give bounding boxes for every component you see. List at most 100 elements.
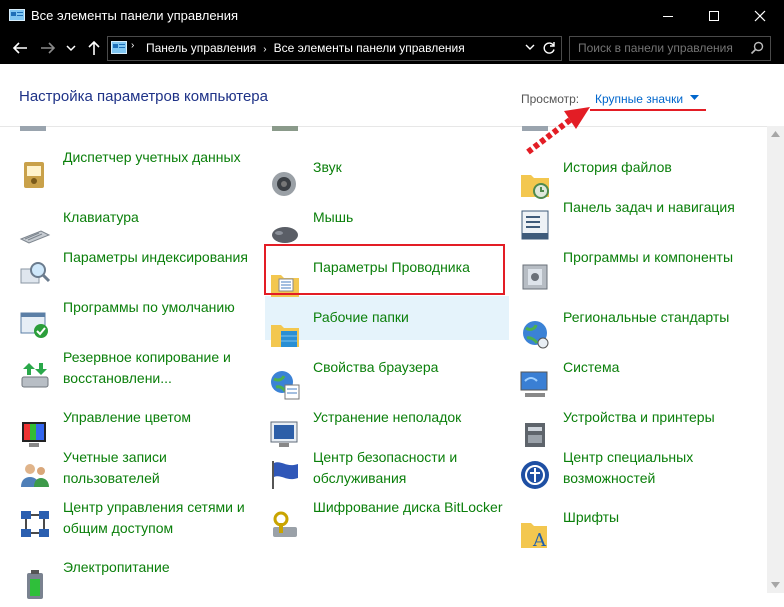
view-dropdown[interactable]: Крупные значки [595, 92, 700, 106]
item-label: Шрифты [563, 509, 620, 525]
item-label: Региональные стандарты [563, 309, 730, 325]
refresh-icon[interactable] [542, 41, 556, 55]
item-label: Свойства браузера [313, 359, 439, 375]
vertical-scrollbar[interactable] [767, 126, 784, 593]
item-system[interactable]: Система [519, 357, 763, 407]
ease-of-access-icon [521, 461, 549, 489]
item-default-programs[interactable]: Программы по умолчанию [19, 297, 259, 347]
item-label: Параметры индексирования [63, 249, 248, 265]
item-label: Программы по умолчанию [63, 299, 235, 315]
caret-down-icon [690, 95, 700, 100]
item-label: Учетные записи пользователей [63, 449, 167, 486]
item-internet-options[interactable]: Свойства браузера [269, 357, 509, 407]
scroll-down-icon[interactable] [771, 582, 780, 588]
item-work-folders[interactable]: Рабочие папки [269, 307, 509, 357]
work-folders-icon [271, 325, 299, 347]
item-label: Панель задач и навигация [563, 199, 735, 215]
view-dropdown-value: Крупные значки [595, 92, 684, 106]
item-label: Диспетчер учетных данных [63, 149, 241, 165]
content-header: Настройка параметров компьютера Просмотр… [0, 64, 784, 127]
arrow-up-icon [88, 40, 100, 55]
partial-item-icon [272, 126, 298, 131]
item-fonts[interactable]: A Шрифты [519, 507, 763, 557]
item-ease-of-access[interactable]: Центр специальных возможностей [519, 447, 763, 497]
indexing-icon [20, 262, 51, 284]
default-programs-icon [20, 312, 48, 338]
item-label: Управление цветом [63, 409, 192, 425]
item-credential-manager[interactable]: Диспетчер учетных данных [19, 147, 259, 197]
item-label: Резервное копирование и восстановлени... [63, 349, 231, 386]
item-region[interactable]: Региональные стандарты [519, 307, 763, 357]
close-icon [754, 10, 766, 22]
sound-icon [272, 172, 296, 196]
svg-text:A: A [532, 530, 547, 551]
item-bitlocker[interactable]: Шифрование диска BitLocker [269, 497, 509, 547]
power-options-icon [27, 570, 43, 599]
item-sound[interactable]: Звук [269, 157, 509, 207]
arrow-left-icon [12, 42, 27, 54]
taskbar-icon [521, 210, 549, 240]
annotation-underline [590, 109, 706, 111]
programs-features-icon [522, 264, 548, 290]
scroll-up-icon[interactable] [771, 131, 780, 137]
partial-item-icon [522, 126, 548, 131]
back-button[interactable] [10, 36, 30, 60]
credential-manager-icon [24, 162, 44, 188]
item-user-accounts[interactable]: Учетные записи пользователей [19, 447, 259, 497]
item-power-options[interactable]: Электропитание [19, 557, 259, 607]
maximize-icon [709, 11, 719, 21]
item-label: Система [563, 359, 620, 375]
internet-options-icon [271, 371, 300, 400]
control-panel-icon [9, 9, 25, 21]
chevron-down-icon[interactable] [525, 43, 535, 51]
item-label: Центр специальных возможностей [563, 449, 694, 486]
region-icon [523, 321, 549, 349]
security-center-icon [272, 461, 298, 489]
breadcrumb: Панель управления › Все элементы панели уп… [146, 41, 465, 55]
item-label: Устранение неполадок [313, 409, 462, 425]
chevron-right-icon: › [131, 40, 135, 51]
item-label: Рабочие папки [313, 309, 409, 325]
address-field[interactable]: › Панель управления › Все элементы панели … [107, 36, 562, 61]
chevron-down-icon [66, 45, 76, 52]
item-label: Центр управления сетями и общим доступом [63, 499, 245, 536]
item-label: Клавиатура [63, 209, 139, 225]
up-button[interactable] [84, 36, 104, 60]
item-taskbar-navigation[interactable]: Панель задач и навигация [519, 197, 763, 247]
item-security-maintenance[interactable]: Центр безопасности и обслуживания [269, 447, 509, 497]
chevron-right-icon: › [263, 44, 267, 55]
system-icon [520, 371, 548, 397]
title-bar: Все элементы панели управления [0, 0, 784, 32]
item-network-sharing-center[interactable]: Центр управления сетями и общим доступом [19, 497, 259, 547]
item-indexing-options[interactable]: Параметры индексирования [19, 247, 259, 297]
item-label: Электропитание [63, 559, 170, 575]
control-panel-icon [111, 41, 127, 54]
arrow-right-icon [41, 42, 56, 54]
minimize-button[interactable] [645, 0, 691, 32]
item-label: Устройства и принтеры [563, 409, 715, 425]
bitlocker-icon [273, 511, 297, 537]
item-label: Мышь [313, 209, 354, 225]
network-center-icon [21, 511, 49, 537]
item-programs-features[interactable]: Программы и компоненты [519, 247, 763, 297]
breadcrumb-control-panel[interactable]: Панель управления [146, 41, 256, 55]
breadcrumb-all-items[interactable]: Все элементы панели управления [274, 41, 465, 55]
search-input[interactable] [578, 40, 743, 56]
forward-button[interactable] [38, 36, 58, 60]
item-label: Звук [313, 159, 342, 175]
item-label: История файлов [563, 159, 672, 175]
user-accounts-icon [21, 464, 49, 487]
maximize-button[interactable] [691, 0, 737, 32]
window-title: Все элементы панели управления [31, 8, 239, 23]
search-icon[interactable] [750, 41, 764, 55]
page-title: Настройка параметров компьютера [19, 88, 268, 105]
recent-locations-button[interactable] [64, 36, 78, 60]
search-box [569, 36, 771, 61]
item-backup-restore[interactable]: Резервное копирование и восстановлени... [19, 347, 259, 397]
close-button[interactable] [737, 0, 783, 32]
item-label: Программы и компоненты [563, 249, 734, 265]
item-label: Шифрование диска BitLocker [313, 499, 503, 515]
fonts-icon: A [521, 523, 547, 551]
backup-icon [21, 363, 49, 388]
minimize-icon [663, 16, 673, 17]
